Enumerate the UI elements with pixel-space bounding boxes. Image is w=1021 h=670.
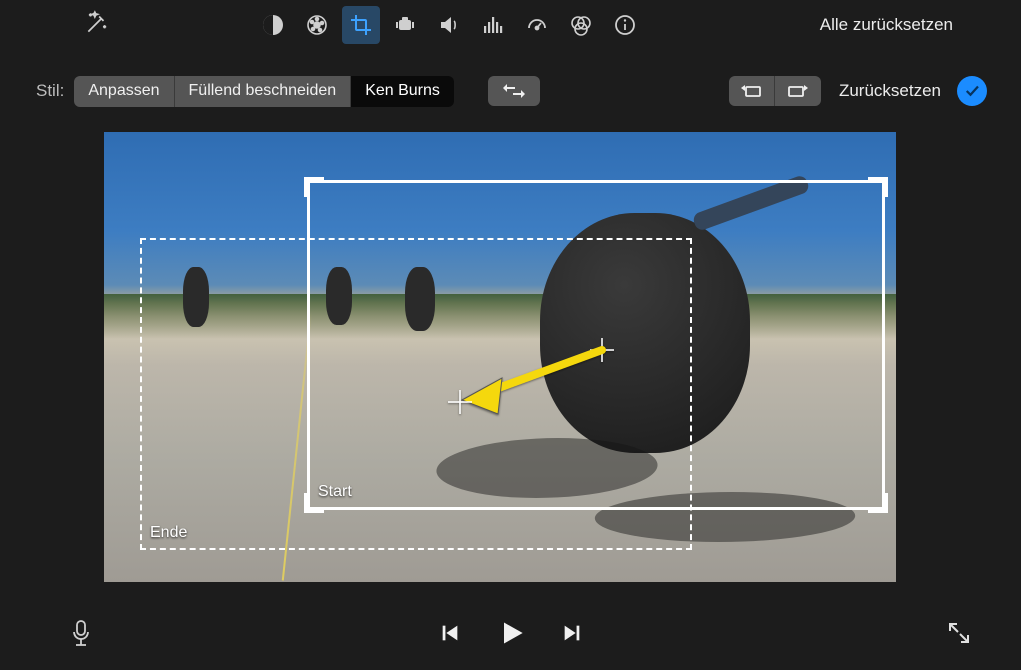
crop-icon[interactable] — [342, 6, 380, 44]
magic-wand-icon[interactable] — [84, 10, 114, 40]
play-button[interactable] — [497, 619, 525, 652]
style-fill-crop-button[interactable]: Füllend beschneiden — [175, 76, 352, 107]
speed-icon[interactable] — [518, 6, 556, 44]
style-fit-button[interactable]: Anpassen — [74, 76, 174, 107]
stabilization-icon[interactable] — [386, 6, 424, 44]
reset-crop-button[interactable]: Zurücksetzen — [839, 81, 941, 101]
skater-foreground — [540, 213, 750, 453]
color-balance-icon[interactable] — [254, 6, 292, 44]
color-correction-icon[interactable] — [298, 6, 336, 44]
next-frame-button[interactable] — [561, 622, 583, 649]
volume-icon[interactable] — [430, 6, 468, 44]
skater-1 — [183, 267, 209, 327]
style-label: Stil: — [36, 81, 64, 101]
swap-start-end-button[interactable] — [488, 76, 540, 106]
style-segmented-control[interactable]: Anpassen Füllend beschneiden Ken Burns — [74, 76, 454, 107]
expand-icon[interactable] — [947, 621, 971, 650]
noise-equalizer-icon[interactable] — [474, 6, 512, 44]
video-preview[interactable]: Ende Start — [104, 132, 896, 582]
rotate-ccw-button[interactable] — [729, 76, 775, 106]
style-ken-burns-button[interactable]: Ken Burns — [351, 76, 454, 107]
microphone-icon[interactable] — [70, 619, 92, 652]
prev-frame-button[interactable] — [439, 622, 461, 649]
reset-all-button[interactable]: Alle zurücksetzen — [820, 15, 953, 35]
skater-3 — [405, 267, 435, 331]
rotate-cw-button[interactable] — [775, 76, 821, 106]
apply-check-button[interactable] — [957, 76, 987, 106]
skater-2 — [326, 267, 352, 325]
info-icon[interactable] — [606, 6, 644, 44]
filters-icon[interactable] — [562, 6, 600, 44]
